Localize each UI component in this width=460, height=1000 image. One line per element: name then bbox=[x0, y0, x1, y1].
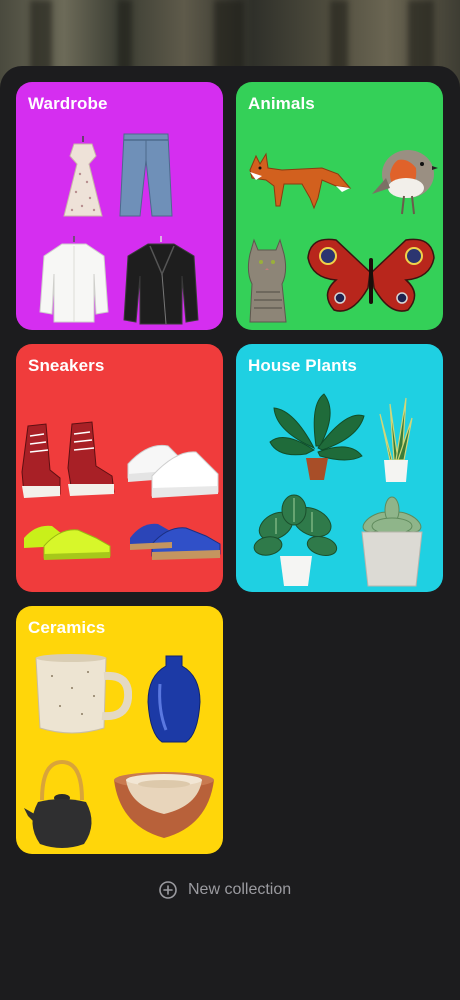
calathea-icon bbox=[253, 494, 338, 586]
collection-card-wardrobe[interactable]: Wardrobe bbox=[16, 82, 223, 330]
collection-title: Animals bbox=[248, 94, 315, 113]
nesting-bowls-icon bbox=[114, 772, 214, 838]
collection-card-sneakers[interactable]: Sneakers bbox=[16, 344, 223, 592]
robin-icon bbox=[372, 150, 438, 215]
neon-running-shoes-icon bbox=[24, 525, 111, 560]
collection-card-house-plants[interactable]: House Plants bbox=[236, 344, 443, 592]
snake-plant-icon bbox=[379, 397, 413, 482]
collection-title: Wardrobe bbox=[28, 94, 108, 113]
blue-suede-sneakers-icon bbox=[130, 523, 221, 560]
monstera-icon bbox=[269, 393, 365, 480]
white-sneakers-icon bbox=[127, 444, 219, 498]
fox-icon bbox=[249, 152, 352, 210]
dress-icon bbox=[63, 136, 103, 217]
new-collection-label: New collection bbox=[188, 881, 292, 898]
leather-jacket-icon bbox=[123, 236, 199, 325]
collection-title: Sneakers bbox=[28, 356, 105, 375]
mug-icon bbox=[35, 654, 132, 734]
collection-card-animals[interactable]: Animals bbox=[236, 82, 443, 330]
collections-sheet: Wardrobe Animals Sneakers House Plants C… bbox=[0, 66, 460, 1000]
new-collection-button[interactable]: New collection bbox=[158, 878, 291, 902]
jeans-icon bbox=[119, 133, 173, 217]
succulent-icon bbox=[361, 496, 423, 587]
cat-icon bbox=[247, 238, 287, 323]
red-hightop-sneakers-icon bbox=[21, 421, 115, 498]
plus-circle-icon bbox=[159, 881, 177, 899]
collection-title: Ceramics bbox=[28, 618, 106, 637]
blue-vase-icon bbox=[147, 655, 201, 743]
white-shirt-icon bbox=[39, 236, 109, 323]
collection-title: House Plants bbox=[248, 356, 357, 375]
collection-card-ceramics[interactable]: Ceramics bbox=[16, 606, 223, 854]
butterfly-icon bbox=[307, 238, 435, 312]
teapot-icon bbox=[24, 759, 92, 848]
